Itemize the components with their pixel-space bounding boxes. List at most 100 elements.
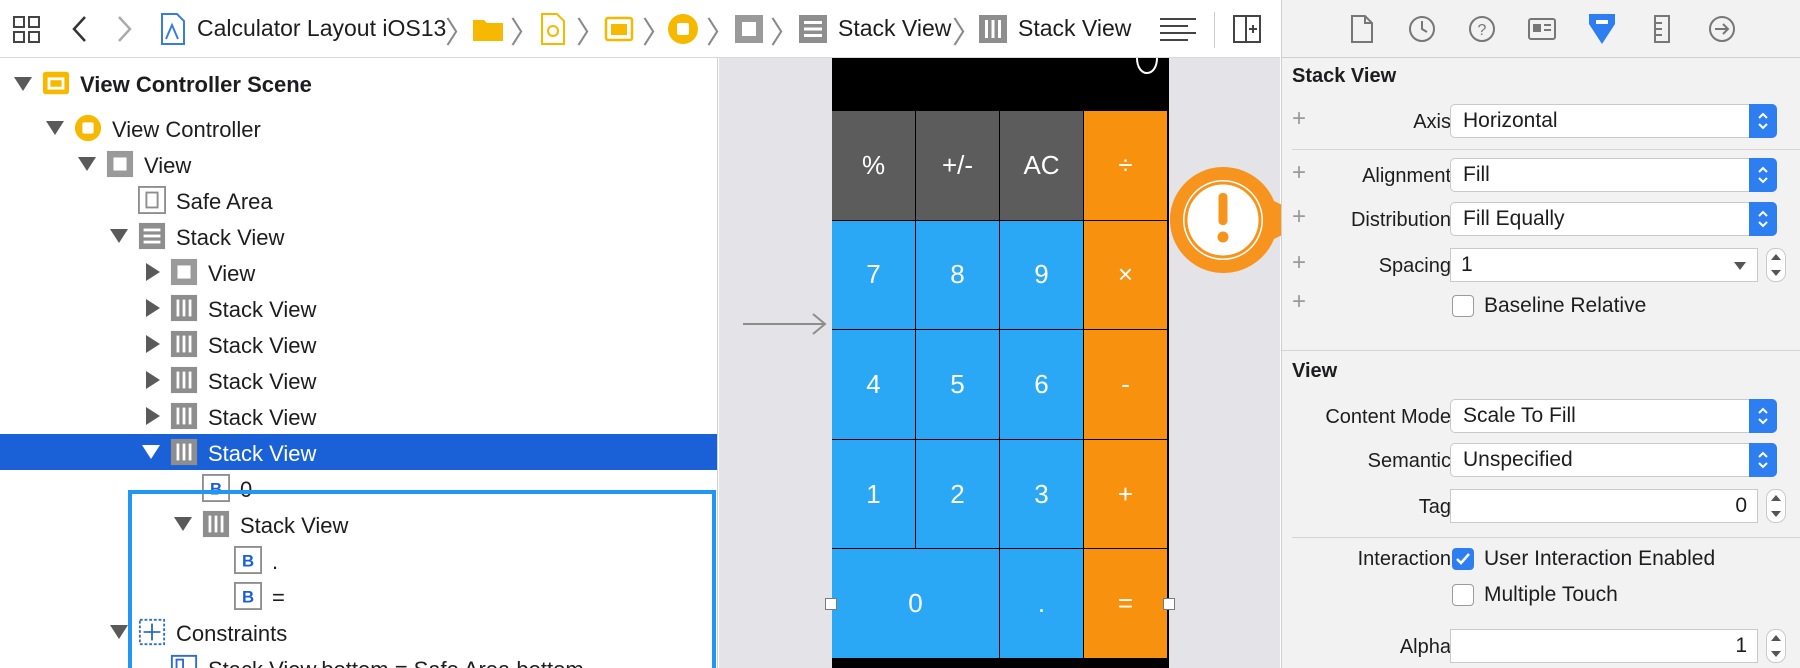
calc-key[interactable]: 8: [916, 220, 999, 330]
crumb-stack-view-current[interactable]: Stack View: [1018, 15, 1131, 42]
tag-label: Tag: [1418, 496, 1451, 518]
outline-label: 0: [240, 477, 253, 502]
calc-key[interactable]: %: [832, 111, 915, 220]
disclosure-collapsed-icon[interactable]: [146, 263, 160, 281]
calc-key[interactable]: 2: [916, 439, 999, 549]
disclosure-expanded-icon[interactable]: [142, 445, 160, 459]
baseline-relative-checkbox[interactable]: [1452, 295, 1474, 317]
outline-row-button[interactable]: B 0: [0, 470, 717, 506]
scene-icon[interactable]: [604, 14, 634, 44]
forward-chevron-icon[interactable]: [114, 14, 134, 44]
spacing-stepper[interactable]: [1766, 248, 1786, 282]
storyboard-canvas[interactable]: % +/- AC ÷ 7 8 9 × 4 5 6- 1 2 3 +0. =: [719, 58, 1280, 668]
view-icon[interactable]: [734, 14, 764, 44]
disclosure-expanded-icon[interactable]: [46, 121, 64, 135]
axis-popup[interactable]: Horizontal: [1450, 104, 1777, 138]
alignment-popup[interactable]: Fill: [1450, 158, 1777, 192]
project-file-icon[interactable]: [160, 13, 186, 45]
calc-key[interactable]: .: [1000, 549, 1083, 658]
user-interaction-enabled-checkbox[interactable]: [1452, 548, 1474, 570]
outline-row-scene[interactable]: View Controller Scene: [0, 66, 717, 102]
view-controller-icon[interactable]: [667, 13, 699, 45]
calc-key[interactable]: 9: [1000, 220, 1083, 330]
calc-key[interactable]: 7: [832, 220, 915, 330]
disclosure-collapsed-icon[interactable]: [146, 407, 160, 425]
outline-row-child-view[interactable]: View: [0, 254, 717, 290]
document-items-icon[interactable]: [1160, 16, 1196, 42]
outline-row-stack-view[interactable]: Stack View: [0, 326, 717, 362]
calc-key[interactable]: -: [1084, 330, 1167, 439]
crumb-project[interactable]: Calculator Layout iOS13: [197, 15, 446, 42]
outline-row-safe-area[interactable]: Safe Area: [0, 182, 717, 218]
calc-key[interactable]: =: [1084, 549, 1167, 658]
outline-row-stack-view[interactable]: Stack View: [0, 290, 717, 326]
alignment-variation-plus-button[interactable]: +: [1292, 159, 1306, 187]
resize-handle-right[interactable]: [1163, 598, 1175, 610]
disclosure-expanded-icon[interactable]: [110, 625, 128, 639]
outline-label: View: [144, 153, 192, 178]
back-chevron-icon[interactable]: [70, 14, 90, 44]
vertical-stack-icon[interactable]: [798, 14, 828, 44]
disclosure-collapsed-icon[interactable]: [146, 371, 160, 389]
crumb-stack-view[interactable]: Stack View: [838, 15, 951, 42]
storyboard-file-icon[interactable]: [540, 13, 566, 45]
popup-chevron-icon: [1749, 202, 1777, 236]
disclosure-expanded-icon[interactable]: [174, 517, 192, 531]
identity-inspector-icon[interactable]: [1524, 11, 1560, 47]
distribution-popup[interactable]: Fill Equally: [1450, 202, 1777, 236]
calc-key[interactable]: +: [1084, 439, 1167, 549]
distribution-variation-plus-button[interactable]: +: [1292, 203, 1306, 231]
outline-row-stack-view-selected[interactable]: Stack View: [0, 434, 717, 470]
outline-row-view[interactable]: View: [0, 146, 717, 182]
attributes-inspector-icon[interactable]: [1584, 11, 1620, 47]
calc-key[interactable]: 6: [1000, 330, 1083, 439]
connections-inspector-icon[interactable]: [1704, 11, 1740, 47]
add-editor-icon[interactable]: [1232, 14, 1262, 44]
alpha-field[interactable]: 1: [1450, 629, 1758, 663]
baseline-variation-plus-button[interactable]: +: [1292, 288, 1306, 316]
resize-handle-left[interactable]: [825, 598, 837, 610]
calc-key[interactable]: ÷: [1084, 111, 1167, 220]
outline-row-stack-view[interactable]: Stack View: [0, 398, 717, 434]
axis-variation-plus-button[interactable]: +: [1292, 105, 1306, 133]
content-mode-popup[interactable]: Scale To Fill: [1450, 399, 1777, 433]
calc-key[interactable]: 0: [832, 549, 999, 658]
outline-row-stack-view[interactable]: Stack View: [0, 506, 717, 542]
calc-key[interactable]: 5: [916, 330, 999, 439]
history-inspector-icon[interactable]: [1404, 11, 1440, 47]
combo-dropdown-icon[interactable]: [1733, 261, 1747, 271]
calc-key[interactable]: +/-: [916, 111, 999, 220]
size-inspector-icon[interactable]: [1644, 11, 1680, 47]
outline-row-constraint[interactable]: Stack View.bottom = Safe Area.bottom: [0, 650, 717, 668]
outline-label: View Controller Scene: [80, 72, 312, 97]
calc-key[interactable]: 1: [832, 439, 915, 549]
disclosure-collapsed-icon[interactable]: [146, 299, 160, 317]
calc-key[interactable]: 3: [1000, 439, 1083, 549]
spacing-variation-plus-button[interactable]: +: [1292, 249, 1306, 277]
outline-row-button[interactable]: B =: [0, 578, 717, 614]
semantic-popup[interactable]: Unspecified: [1450, 443, 1777, 477]
calc-key[interactable]: 4: [832, 330, 915, 439]
tag-stepper[interactable]: [1766, 489, 1786, 523]
disclosure-expanded-icon[interactable]: [14, 77, 32, 91]
quick-help-icon[interactable]: ?: [1464, 11, 1500, 47]
calc-key[interactable]: AC: [1000, 111, 1083, 220]
tag-field[interactable]: 0: [1450, 489, 1758, 523]
disclosure-collapsed-icon[interactable]: [146, 335, 160, 353]
folder-icon[interactable]: [472, 16, 504, 42]
outline-row-stack-view[interactable]: Stack View: [0, 218, 717, 254]
multiple-touch-checkbox[interactable]: [1452, 584, 1474, 606]
outline-row-button[interactable]: B .: [0, 542, 717, 578]
calc-key[interactable]: ×: [1084, 220, 1167, 330]
file-inspector-icon[interactable]: [1344, 11, 1380, 47]
related-items-grid-icon[interactable]: [12, 15, 42, 45]
outline-row-view-controller[interactable]: View Controller: [0, 110, 717, 146]
outline-row-stack-view[interactable]: Stack View: [0, 362, 717, 398]
disclosure-expanded-icon[interactable]: [78, 157, 96, 171]
spacing-combo-field[interactable]: 1: [1450, 248, 1758, 282]
disclosure-expanded-icon[interactable]: [110, 229, 128, 243]
outline-row-constraints[interactable]: Constraints: [0, 614, 717, 650]
view-controller-icon: [74, 114, 102, 142]
horizontal-stack-icon[interactable]: [978, 14, 1008, 44]
alpha-stepper[interactable]: [1766, 629, 1786, 663]
